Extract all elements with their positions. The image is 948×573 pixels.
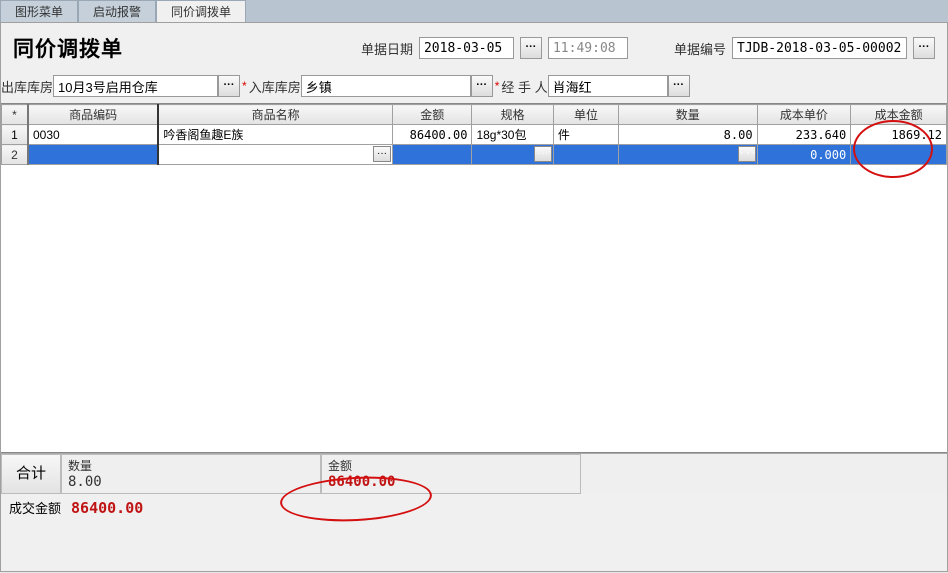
col-amount[interactable]: 金额 <box>393 105 472 125</box>
deal-amount-label: 成交金额 <box>9 498 61 517</box>
tab-transfer-order[interactable]: 同价调拨单 <box>156 0 246 22</box>
data-grid[interactable]: * 商品编码 商品名称 金额 规格 单位 数量 成本单价 成本金额 1 0030… <box>1 103 947 453</box>
cell-code[interactable] <box>28 145 158 165</box>
cell-cost-price[interactable]: 233.640 <box>757 125 851 145</box>
cell-cost-amount[interactable] <box>851 145 947 165</box>
cell-qty-picker-button[interactable]: ··· <box>738 146 756 162</box>
tab-start-alarm[interactable]: 启动报警 <box>78 0 156 22</box>
cell-name[interactable]: ··· <box>158 145 392 165</box>
cell-spec[interactable]: ··· <box>472 145 553 165</box>
cell-spec-picker-button[interactable]: ··· <box>534 146 552 162</box>
summary-qty-value: 8.00 <box>68 474 314 490</box>
date-picker-button[interactable]: ··· <box>520 37 542 59</box>
handler-label: 经 手 人 <box>501 77 547 96</box>
summary-row: 合计 数量 8.00 金额 86400.00 <box>1 453 947 494</box>
summary-amount-label: 金额 <box>328 457 574 474</box>
out-wh-input[interactable] <box>53 75 218 97</box>
summary-label: 合计 <box>1 454 61 494</box>
docno-picker-button[interactable]: ··· <box>913 37 935 59</box>
date-label: 单据日期 <box>361 39 413 58</box>
cell-cost-amount[interactable]: 1869.12 <box>851 125 947 145</box>
out-wh-picker-button[interactable]: ··· <box>218 75 240 97</box>
main-area: 同价调拨单 单据日期 ··· 单据编号 ··· 出库库房 ··· * 入库库房 … <box>0 22 948 572</box>
cell-code[interactable]: 0030 <box>28 125 158 145</box>
required-star-in: * <box>495 79 500 93</box>
cell-unit[interactable]: 件 <box>553 125 618 145</box>
col-rownum[interactable]: * <box>2 105 28 125</box>
deal-amount-value: 86400.00 <box>71 499 143 517</box>
in-wh-picker-button[interactable]: ··· <box>471 75 493 97</box>
docno-label: 单据编号 <box>674 39 726 58</box>
in-wh-input[interactable] <box>301 75 471 97</box>
tab-graphic-menu[interactable]: 图形菜单 <box>0 0 78 22</box>
header-fields: 单据日期 ··· 单据编号 ··· <box>351 37 935 59</box>
cell-name-picker-button[interactable]: ··· <box>373 146 391 162</box>
row-index: 2 <box>2 145 28 165</box>
out-wh-label: 出库库房 <box>1 77 53 96</box>
cell-amount[interactable]: 86400.00 <box>393 125 472 145</box>
summary-amount-block: 金额 86400.00 <box>321 454 581 494</box>
col-qty[interactable]: 数量 <box>619 105 757 125</box>
date-input[interactable] <box>419 37 514 59</box>
docno-input[interactable] <box>732 37 907 59</box>
summary-qty-label: 数量 <box>68 457 314 474</box>
summary-qty-block: 数量 8.00 <box>61 454 321 494</box>
grid-header: * 商品编码 商品名称 金额 规格 单位 数量 成本单价 成本金额 <box>2 105 947 125</box>
summary-amount-value: 86400.00 <box>328 474 574 490</box>
table-row[interactable]: 1 0030 吟香阁鱼趣E族 86400.00 18g*30包 件 8.00 2… <box>2 125 947 145</box>
handler-input[interactable] <box>548 75 668 97</box>
warehouse-row: 出库库房 ··· * 入库库房 ··· * 经 手 人 ··· <box>1 71 947 103</box>
col-product-name[interactable]: 商品名称 <box>158 105 392 125</box>
handler-picker-button[interactable]: ··· <box>668 75 690 97</box>
deal-row: 成交金额 86400.00 <box>1 494 947 521</box>
col-cost-amount[interactable]: 成本金额 <box>851 105 947 125</box>
col-spec[interactable]: 规格 <box>472 105 553 125</box>
page-title: 同价调拨单 <box>13 33 123 63</box>
tabs-bar: 图形菜单 启动报警 同价调拨单 <box>0 0 948 22</box>
time-input[interactable] <box>548 37 628 59</box>
in-wh-label: 入库库房 <box>249 77 301 96</box>
row-index: 1 <box>2 125 28 145</box>
col-product-code[interactable]: 商品编码 <box>28 105 158 125</box>
cell-cost-price[interactable]: 0.000 <box>757 145 851 165</box>
col-unit[interactable]: 单位 <box>553 105 618 125</box>
col-cost-price[interactable]: 成本单价 <box>757 105 851 125</box>
title-row: 同价调拨单 单据日期 ··· 单据编号 ··· <box>1 23 947 71</box>
cell-amount[interactable] <box>393 145 472 165</box>
table-row[interactable]: 2 ··· ··· ··· 0. <box>2 145 947 165</box>
cell-qty[interactable]: 8.00 <box>619 125 757 145</box>
cell-spec[interactable]: 18g*30包 <box>472 125 553 145</box>
required-star-out: * <box>242 79 247 93</box>
cell-qty[interactable]: ··· <box>619 145 757 165</box>
cell-unit[interactable] <box>553 145 618 165</box>
cell-name[interactable]: 吟香阁鱼趣E族 <box>158 125 392 145</box>
